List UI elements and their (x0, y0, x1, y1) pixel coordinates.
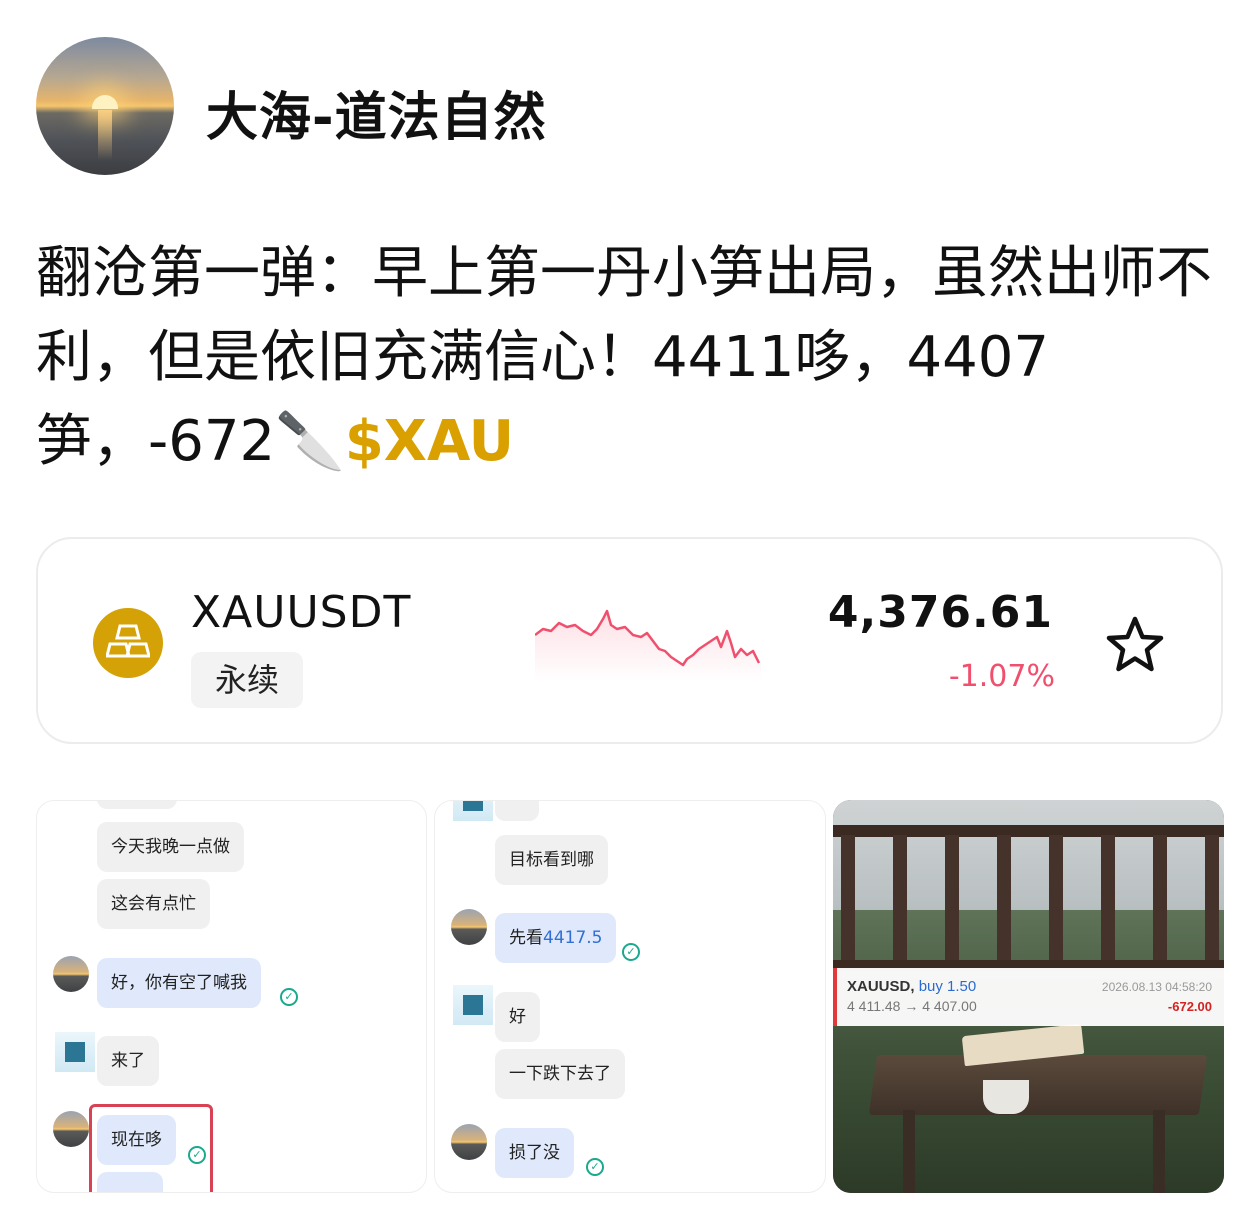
chat-bubble: 今天我晚一点做 (97, 822, 244, 872)
trade-symbol-text: XAUUSD, (847, 978, 915, 995)
pixelated-avatar (453, 985, 493, 1025)
pixelated-avatar (55, 1032, 95, 1072)
price-change: -1.07% (948, 659, 1055, 694)
post-header: 大海-道法自然 (36, 37, 1216, 177)
chat-avatar (53, 1111, 89, 1147)
photo-baluster (1205, 835, 1219, 965)
avatar-sun (92, 95, 118, 109)
chat-bubble: 来了 (97, 1036, 159, 1086)
avatar-reflection (98, 110, 112, 160)
trade-symbol: XAUUSD, buy 1.50 (847, 978, 976, 995)
ticker-card[interactable]: XAUUSDT 永续 4,376.61 -1.07% (36, 537, 1223, 744)
price-sparkline (535, 609, 761, 681)
trade-side: buy 1.50 (918, 978, 977, 995)
post-text: 翻沧第一弹：早上第一丹小笋出局，虽然出师不利，但是依旧充满信心！4411哆，44… (36, 232, 1236, 484)
chat-bubble: 好 (495, 992, 540, 1042)
photo-baluster (1101, 835, 1115, 965)
post-body: 翻沧第一弹：早上第一丹小笋出局，虽然出师不利，但是依旧充满信心！4411哆，44… (36, 241, 1212, 474)
chat-bubble: 目标看到哪 (495, 835, 608, 885)
ticker-symbol: XAUUSDT (191, 587, 412, 638)
pixelated-avatar (453, 801, 493, 821)
image-thumb-photo[interactable]: XAUUSD, buy 1.50 4 411.48 → 4 407.00 202… (833, 800, 1224, 1193)
chat-bubble-cut (495, 801, 539, 821)
chat-bubble-self: 损了没 (495, 1128, 574, 1178)
photo-baluster (1153, 835, 1167, 965)
photo-table (868, 1055, 1208, 1115)
read-check-icon: ✓ (280, 988, 298, 1006)
trade-date: 2026.08.13 04:58:20 (1101, 980, 1212, 994)
chat-number: 4417.5 (543, 928, 603, 948)
last-price: 4,376.61 (827, 587, 1053, 638)
trade-pl: -672.00 (1167, 999, 1212, 1014)
chat-avatar (451, 1124, 487, 1160)
photo-baluster (997, 835, 1011, 965)
photo-table-leg (1153, 1110, 1165, 1193)
photo-baluster (1049, 835, 1063, 965)
photo-table-leg (903, 1110, 915, 1193)
chat-bubble-self: 好，你有空了喊我 (97, 958, 261, 1008)
chat-avatar (451, 909, 487, 945)
contract-type-tag: 永续 (191, 652, 303, 708)
photo-baluster (893, 835, 907, 965)
gold-bars-icon (93, 608, 163, 678)
photo-baluster (841, 835, 855, 965)
chat-bubble-cut (97, 801, 177, 809)
chat-avatar (53, 956, 89, 992)
chat-text: 先看 (509, 928, 543, 948)
chat-bubble: 一下跌下去了 (495, 1049, 625, 1099)
chat-bubble-self: 先看4417.5 (495, 913, 617, 963)
trade-prices: 4 411.48 → 4 407.00 (847, 998, 977, 1014)
highlight-box (89, 1104, 213, 1192)
user-avatar[interactable] (36, 37, 174, 175)
read-check-icon: ✓ (622, 943, 640, 961)
photo-baluster (945, 835, 959, 965)
image-thumb-chat-2[interactable]: 目标看到哪 先看4417.5 ✓ 好 一下跌下去了 损了没 ✓ (434, 800, 826, 1193)
username[interactable]: 大海-道法自然 (206, 75, 547, 150)
ticker-link[interactable]: $XAU (345, 409, 514, 474)
photo-cup (983, 1080, 1029, 1114)
trade-card: XAUUSD, buy 1.50 4 411.48 → 4 407.00 202… (833, 968, 1224, 1026)
read-check-icon: ✓ (586, 1158, 604, 1176)
star-outline-icon[interactable] (1104, 616, 1166, 674)
chat-bubble: 这会有点忙 (97, 879, 210, 929)
image-thumb-chat-1[interactable]: 今天我晚一点做 这会有点忙 好，你有空了喊我 ✓ 来了 现在哆 ✓ (36, 800, 427, 1193)
